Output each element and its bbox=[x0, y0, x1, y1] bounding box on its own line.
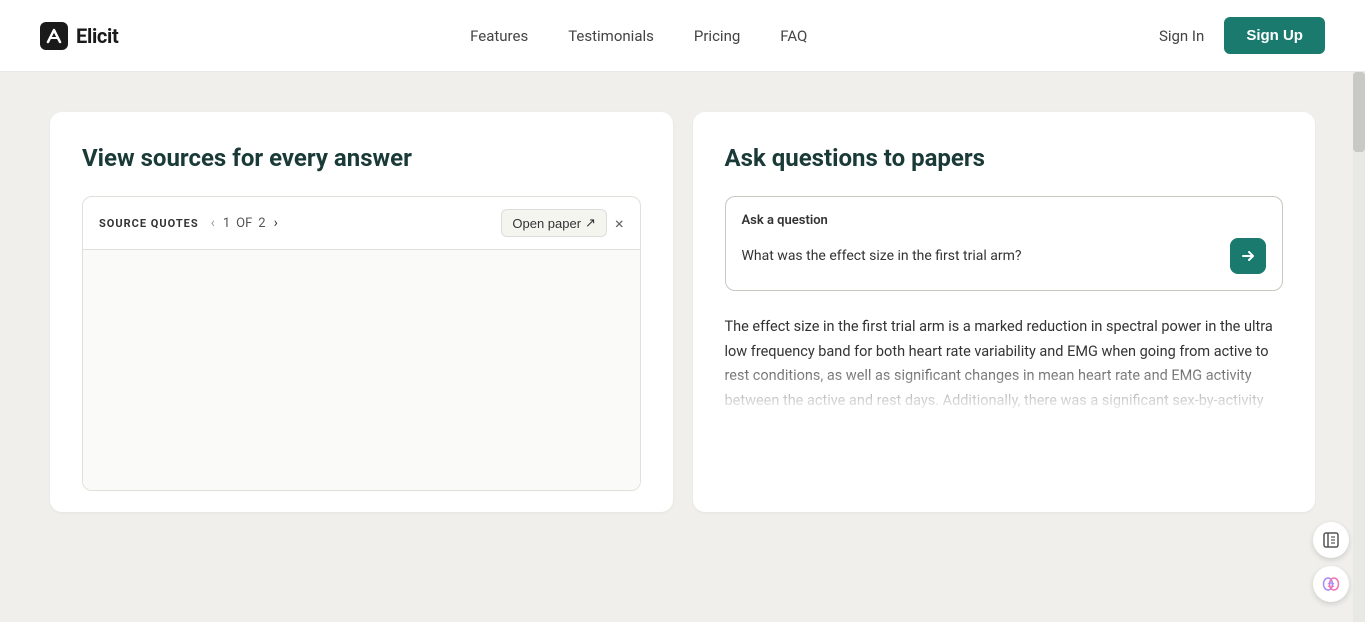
logo-text: Elicit bbox=[76, 24, 119, 48]
next-page-arrow[interactable]: › bbox=[272, 215, 280, 231]
scrollbar-thumb[interactable] bbox=[1353, 72, 1365, 152]
ask-question-label: Ask a question bbox=[742, 213, 1267, 228]
brain-icon bbox=[1321, 574, 1341, 594]
nav-faq[interactable]: FAQ bbox=[780, 27, 807, 45]
prev-page-arrow[interactable]: ‹ bbox=[209, 215, 217, 231]
answer-text-container: The effect size in the first trial arm i… bbox=[725, 315, 1284, 414]
nav-testimonials[interactable]: Testimonials bbox=[568, 27, 654, 45]
book-floating-icon[interactable] bbox=[1313, 522, 1349, 558]
left-panel-title: View sources for every answer bbox=[82, 144, 641, 172]
right-panel: Ask questions to papers Ask a question T… bbox=[693, 112, 1316, 512]
total-pages: 2 bbox=[258, 216, 265, 231]
question-input-row bbox=[742, 238, 1267, 274]
main-nav: Features Testimonials Pricing FAQ bbox=[470, 27, 807, 45]
source-quotes-body bbox=[83, 250, 640, 490]
open-paper-icon: ↗ bbox=[585, 215, 596, 231]
source-quotes-actions: Open paper ↗ × bbox=[501, 209, 623, 237]
nav-features[interactable]: Features bbox=[470, 27, 528, 45]
scrollbar-track bbox=[1353, 72, 1365, 622]
sign-in-link[interactable]: Sign In bbox=[1159, 27, 1204, 45]
source-quotes-header: SOURCE QUOTES ‹ 1 OF 2 › Open paper ↗ × bbox=[83, 197, 640, 250]
nav-pricing[interactable]: Pricing bbox=[694, 27, 740, 45]
source-quotes-card: SOURCE QUOTES ‹ 1 OF 2 › Open paper ↗ × bbox=[82, 196, 641, 491]
answer-text: The effect size in the first trial arm i… bbox=[725, 315, 1284, 414]
right-panel-title: Ask questions to papers bbox=[725, 144, 1284, 172]
question-input[interactable] bbox=[742, 248, 1223, 264]
left-panel: View sources for every answer SOURCE QUO… bbox=[50, 112, 673, 512]
arrow-right-icon bbox=[1240, 248, 1256, 264]
book-icon bbox=[1322, 531, 1340, 549]
current-page: 1 bbox=[223, 216, 230, 231]
brain-floating-icon[interactable] bbox=[1313, 566, 1349, 602]
main-content: View sources for every answer SOURCE QUO… bbox=[0, 72, 1365, 552]
floating-icons bbox=[1313, 522, 1349, 602]
source-quotes-label: SOURCE QUOTES bbox=[99, 217, 199, 230]
of-label: OF bbox=[236, 216, 252, 231]
pagination-controls: ‹ 1 OF 2 › bbox=[209, 215, 280, 231]
header: Elicit Features Testimonials Pricing FAQ… bbox=[0, 0, 1365, 72]
header-actions: Sign In Sign Up bbox=[1159, 17, 1325, 54]
close-button[interactable]: × bbox=[615, 214, 624, 233]
logo[interactable]: Elicit bbox=[40, 22, 119, 50]
open-paper-label: Open paper bbox=[512, 216, 581, 231]
open-paper-button[interactable]: Open paper ↗ bbox=[501, 209, 607, 237]
ask-question-card: Ask a question bbox=[725, 196, 1284, 291]
logo-icon bbox=[40, 22, 68, 50]
sign-up-button[interactable]: Sign Up bbox=[1224, 17, 1325, 54]
submit-question-button[interactable] bbox=[1230, 238, 1266, 274]
